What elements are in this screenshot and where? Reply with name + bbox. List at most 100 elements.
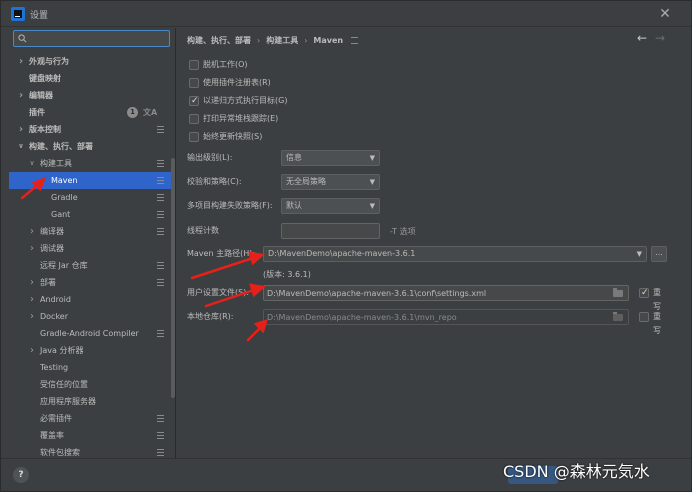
user-settings-input[interactable] — [267, 286, 613, 300]
chevron-down-icon[interactable]: ∨ — [28, 155, 36, 172]
sidebar-item[interactable]: › 编译器 — [1, 223, 175, 240]
sidebar-item-label: Docker — [40, 312, 69, 321]
sidebar-item[interactable]: Gant — [1, 206, 175, 223]
chevron-right-icon[interactable]: › — [28, 342, 36, 359]
folder-icon[interactable] — [613, 312, 623, 321]
sidebar-item[interactable]: › 外观与行为 — [1, 53, 175, 70]
browse-button[interactable]: ... — [651, 246, 667, 262]
sidebar-item-label: 编译器 — [40, 227, 64, 236]
thread-count-hint: -T 选项 — [390, 227, 416, 236]
search-input[interactable] — [29, 32, 167, 45]
breadcrumb-item: 构建工具 — [266, 36, 299, 45]
sidebar-item[interactable]: ∨ 构建、执行、部署 — [1, 138, 175, 155]
sidebar-item-label: 受信任的位置 — [40, 380, 88, 389]
update-count-badge: 1 — [127, 107, 138, 118]
sidebar-item-label: 部署 — [40, 278, 56, 287]
checkbox-label: 打印异常堆栈跟踪(E) — [203, 114, 279, 123]
sidebar-item[interactable]: 键盘映射 — [1, 70, 175, 87]
sidebar-item[interactable]: 必需插件 — [1, 410, 175, 427]
sidebar-item-label: 外观与行为 — [29, 57, 69, 66]
sidebar-item-label: Java 分析器 — [40, 346, 84, 355]
project-scope-icon — [157, 228, 164, 235]
sidebar-item-label: 插件 — [29, 108, 45, 117]
close-button[interactable]: ✕ — [655, 4, 675, 24]
chevron-right-icon[interactable]: › — [17, 121, 25, 138]
back-arrow-icon[interactable]: ← — [637, 31, 647, 45]
checkbox[interactable] — [189, 94, 199, 108]
settings-search-box[interactable] — [13, 30, 170, 47]
sidebar-scrollbar[interactable] — [171, 158, 175, 398]
sidebar-item[interactable]: › 版本控制 — [1, 121, 175, 138]
intellij-logo-icon — [11, 7, 25, 21]
local-repo-field[interactable] — [263, 309, 629, 325]
local-repo-input[interactable] — [267, 310, 613, 324]
sidebar-item[interactable]: › 调试器 — [1, 240, 175, 257]
sidebar-item[interactable]: › Android — [1, 291, 175, 308]
sidebar-item-label: Maven — [51, 176, 78, 185]
chevron-right-icon[interactable]: › — [17, 87, 25, 104]
chevron-right-icon[interactable]: › — [17, 53, 25, 70]
multiproject-fail-select[interactable]: 默认 ▼ — [281, 198, 380, 214]
chevron-right-icon[interactable]: › — [28, 223, 36, 240]
maven-home-select[interactable]: D:\MavenDemo\apache-maven-3.6.1 ▼ — [263, 246, 647, 262]
chevron-down-icon: ▼ — [369, 154, 375, 162]
sidebar-item[interactable]: Testing — [1, 359, 175, 376]
sidebar-item-label: Testing — [40, 363, 69, 372]
sidebar-item[interactable]: 应用程序服务器 — [1, 393, 175, 410]
chevron-down-icon: ▼ — [369, 178, 375, 186]
sidebar-item-label: 调试器 — [40, 244, 64, 253]
sidebar-item[interactable]: Gradle — [1, 189, 175, 206]
chevron-down-icon: ▼ — [369, 202, 375, 210]
sidebar-item[interactable]: 插件 1 文A — [1, 104, 175, 121]
user-settings-field[interactable] — [263, 285, 629, 301]
chevron-right-icon[interactable]: › — [28, 308, 36, 325]
chevron-right-icon[interactable]: › — [28, 240, 36, 257]
project-scope-icon — [157, 126, 164, 133]
sidebar-item[interactable]: 受信任的位置 — [1, 376, 175, 393]
thread-count-label: 线程计数 — [187, 226, 219, 235]
sidebar-item[interactable]: › Java 分析器 — [1, 342, 175, 359]
breadcrumb-separator: › — [257, 36, 261, 45]
checkbox[interactable] — [639, 312, 649, 322]
settings-window: 设置 ✕ › 外观与行为 键盘映射 › 编辑器 插件 1 文A › 版本控制 ∨ 构建、执行、部署 ∨ 构… — [0, 0, 692, 492]
sidebar-item-label: 应用程序服务器 — [40, 397, 96, 406]
thread-count-field[interactable] — [281, 223, 380, 239]
select-value: 无全局策略 — [286, 177, 326, 186]
checkbox-label: 以递归方式执行目标(G) — [203, 96, 288, 105]
checkbox[interactable] — [189, 132, 199, 142]
help-button[interactable]: ? — [13, 467, 29, 483]
select-value: D:\MavenDemo\apache-maven-3.6.1 — [268, 249, 416, 258]
sidebar-item-label: 版本控制 — [29, 125, 61, 134]
thread-count-input[interactable] — [285, 224, 378, 238]
chevron-down-icon[interactable]: ∨ — [17, 138, 25, 155]
sidebar-item[interactable]: 软件包搜索 — [1, 444, 175, 458]
checkbox-label: 使用插件注册表(R) — [203, 78, 271, 87]
checksum-policy-select[interactable]: 无全局策略 ▼ — [281, 174, 380, 190]
output-level-label: 输出级别(L): — [187, 153, 233, 162]
sidebar-item[interactable]: Gradle-Android Compiler — [1, 325, 175, 342]
project-scope-icon — [157, 432, 164, 439]
sidebar-item-label: Gant — [51, 210, 71, 219]
sidebar-item[interactable]: › Docker — [1, 308, 175, 325]
settings-sidebar: ›外观与行为键盘映射›编辑器插件1文A›版本控制∨构建、执行、部署∨构建工具›M… — [1, 28, 176, 458]
sidebar-item[interactable]: 覆盖率 — [1, 427, 175, 444]
chevron-right-icon[interactable]: › — [28, 291, 36, 308]
forward-arrow-icon[interactable]: → — [655, 31, 665, 45]
project-scope-icon — [157, 211, 164, 218]
checkbox[interactable] — [189, 78, 199, 88]
checkbox[interactable] — [189, 114, 199, 124]
folder-icon[interactable] — [613, 288, 623, 297]
chevron-right-icon[interactable]: › — [28, 274, 36, 291]
checkbox[interactable] — [639, 286, 649, 300]
project-scope-icon — [157, 160, 164, 167]
sidebar-item[interactable]: › 编辑器 — [1, 87, 175, 104]
project-scope-icon — [157, 415, 164, 422]
sidebar-item[interactable]: 远程 Jar 仓库 — [1, 257, 175, 274]
sidebar-item[interactable]: ∨ 构建工具 — [1, 155, 175, 172]
sidebar-item[interactable]: ›Maven — [9, 172, 175, 189]
sidebar-item[interactable]: › 部署 — [1, 274, 175, 291]
project-scope-icon — [157, 177, 164, 184]
checkbox[interactable] — [189, 60, 199, 70]
output-level-select[interactable]: 信息 ▼ — [281, 150, 380, 166]
sidebar-item-label: 远程 Jar 仓库 — [40, 261, 88, 270]
